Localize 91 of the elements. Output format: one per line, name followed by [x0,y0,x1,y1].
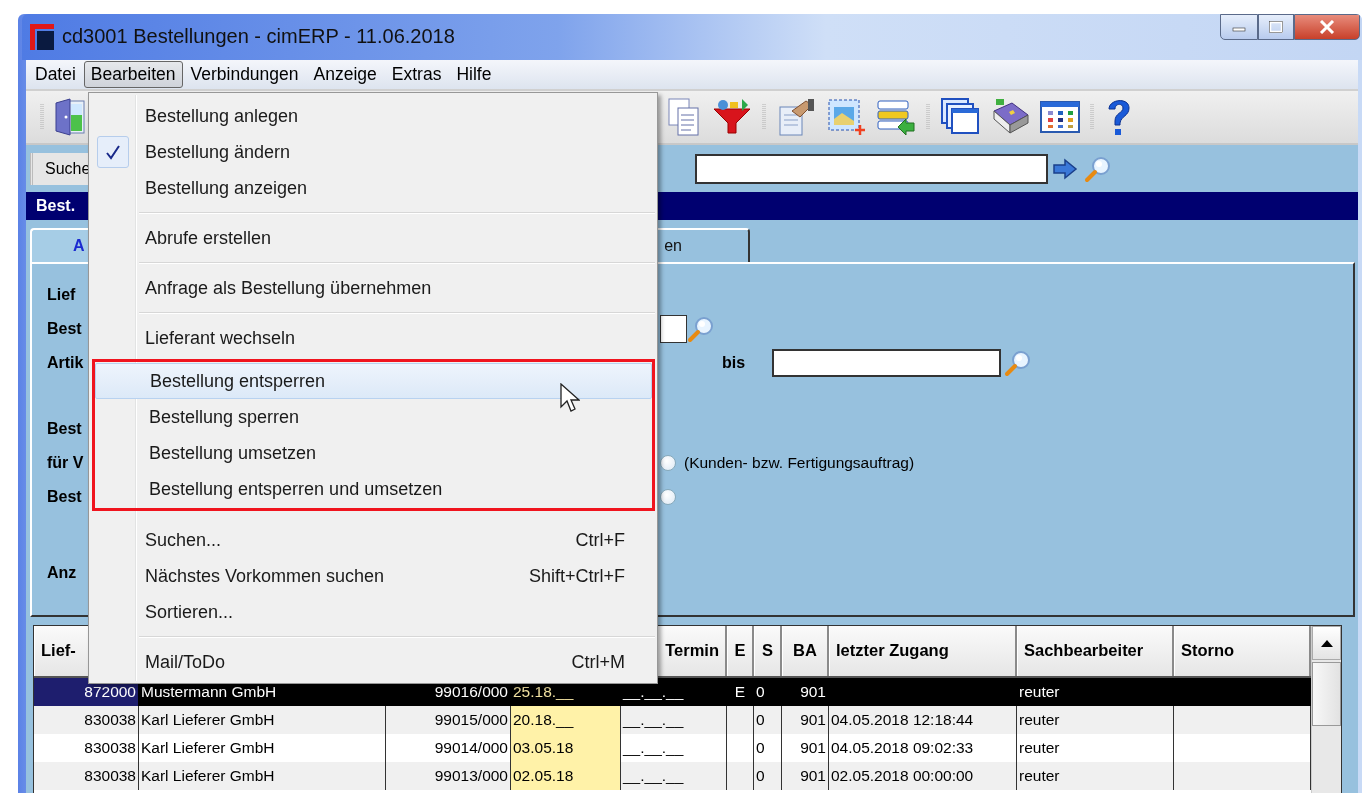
table-cell: reuter [1017,706,1174,734]
menu-item[interactable]: Bestellung entsperren und umsetzen [95,471,652,507]
notepad-hand-icon[interactable] [776,97,816,137]
mouse-pointer-icon [560,383,580,413]
table-cell: __.__.__ [621,734,727,762]
menu-item[interactable]: Abrufe erstellen [91,220,655,256]
table-row[interactable]: 830038 Karl Lieferer GmbH 99013/000 02.05.18 __.__.__ 0 901 02.05.2018 00:00:00 reuter [34,762,1311,790]
table-row[interactable]: 830038 Karl Lieferer GmbH 99015/000 20.18.__ __.__.__ 0 901 04.05.2018 12:18:44 reuter [34,706,1311,734]
menu-item[interactable]: Suchen... Ctrl+F [91,522,655,558]
table-cell: __.__.__ [621,706,727,734]
table-cell: 02.05.18 [511,762,621,790]
menu-bar-item[interactable]: Datei [28,60,83,88]
menu-bar-item[interactable]: Extras [384,60,449,88]
color-grid-icon[interactable] [1040,99,1080,135]
table-cell: 901 [782,678,829,706]
minimize-button[interactable] [1220,14,1258,40]
door-icon[interactable] [54,97,86,137]
book-icon[interactable] [990,97,1030,137]
table-cell: 901 [782,706,829,734]
section-title: Best. [36,197,76,216]
table-cell: 830038 [34,706,139,734]
table-cell: __.__.__ [621,762,727,790]
menu-item[interactable]: Bestellung entsperren [95,363,652,399]
caret-up-icon [1320,639,1333,647]
menu-bar-item[interactable]: Bearbeiten [83,60,183,88]
search-icon[interactable] [1004,349,1032,377]
menu-item[interactable]: Lieferant wechseln [91,320,655,356]
field-label: für V [47,454,84,471]
table-cell: reuter [1017,734,1174,762]
menu-bar-item[interactable]: Verbindungen [183,60,306,88]
input-field[interactable] [660,315,687,343]
scrollbar-thumb[interactable] [1312,662,1341,726]
scroll-up-button[interactable] [1312,626,1341,660]
field-label: bis [722,354,747,372]
image-select-icon[interactable] [826,97,866,137]
field-label: Best [47,420,82,437]
search-icon[interactable] [1084,154,1112,183]
table-cell: Karl Lieferer GmbH [139,706,386,734]
field-label: Best [47,488,82,505]
check-icon [105,144,121,160]
field-label: Best [47,320,82,337]
table-cell: 0 [754,678,782,706]
maximize-button[interactable] [1258,14,1294,40]
window-title: cd3001 Bestellungen - cimERP - 11.06.2018 [62,25,455,49]
table-cell: 0 [754,762,782,790]
radio-button[interactable] [660,455,676,471]
table-cell: reuter [1017,762,1174,790]
shortcut-text: Ctrl+F [575,529,625,551]
close-button[interactable] [1294,14,1360,40]
table-cell: 0 [754,706,782,734]
table-cell: reuter [1017,678,1174,706]
table-cell: 901 [782,762,829,790]
table-cell: E [727,678,754,706]
filter-funnel-icon[interactable] [712,97,752,137]
field-label: Artik [47,354,84,371]
menu-item[interactable]: Bestellung umsetzen [95,435,652,471]
radio-button[interactable] [660,489,676,505]
table-cell: 0 [754,734,782,762]
stacked-windows-icon[interactable] [940,97,980,137]
maximize-icon [1269,21,1283,33]
input-field[interactable] [772,349,1001,377]
menu-bar-item[interactable]: Hilfe [449,60,499,88]
table-cell: 20.18.__ [511,706,621,734]
table-cell: 04.05.2018 12:18:44 [829,706,1017,734]
app-logo-icon [30,23,54,50]
table-cell: 830038 [34,734,139,762]
column-header[interactable]: E [727,626,754,676]
column-header[interactable]: letzter Zugang [829,626,1017,676]
option-label: (Kunden- bzw. Fertigungsauftrag) [684,454,915,472]
shortcut-text: Shift+Ctrl+F [528,565,625,587]
table-cell: 830038 [34,762,139,790]
field-label: Anz [47,564,77,581]
menu-item[interactable]: Nächstes Vorkommen suchen Shift+Ctrl+F [91,558,655,594]
table-cell: 03.05.18 [511,734,621,762]
column-header[interactable]: BA [782,626,829,676]
list-arrow-icon[interactable] [876,97,916,137]
table-cell: 901 [782,734,829,762]
search-field[interactable] [695,153,1048,184]
column-header[interactable]: Storno [1174,626,1311,676]
arrow-right-icon[interactable] [1052,157,1078,180]
column-header[interactable]: S [754,626,782,676]
field-label: Lief [47,286,76,303]
table-cell: 02.05.2018 00:00:00 [829,762,1017,790]
table-cell: 04.05.2018 09:02:33 [829,734,1017,762]
menu-item[interactable]: Bestellung sperren [95,399,652,435]
menu-item[interactable]: Anfrage als Bestellung übernehmen [91,270,655,306]
close-icon [1319,20,1335,34]
table-cell: Karl Lieferer GmbH [139,762,386,790]
table-cell: Karl Lieferer GmbH [139,734,386,762]
column-header[interactable]: Sachbearbeiter [1017,626,1174,676]
menu-bar-item[interactable]: Anzeige [306,60,384,88]
